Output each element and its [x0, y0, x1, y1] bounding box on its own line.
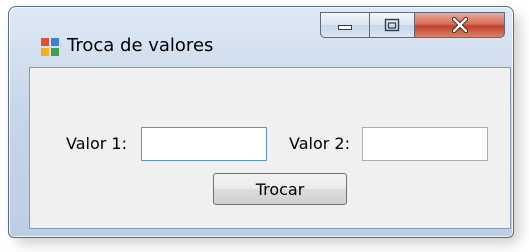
window-title: Troca de valores	[67, 35, 214, 56]
title-bar[interactable]: Troca de valores	[9, 7, 513, 57]
minimize-icon	[338, 25, 352, 30]
valor1-input[interactable]	[141, 127, 267, 161]
caption-buttons	[320, 12, 505, 38]
valor2-label: Valor 2:	[289, 134, 350, 153]
trocar-button[interactable]: Trocar	[213, 173, 347, 205]
close-button[interactable]	[415, 12, 505, 38]
valor1-label: Valor 1:	[66, 134, 127, 153]
windows-form-icon	[41, 38, 59, 56]
maximize-icon	[384, 18, 400, 32]
minimize-button[interactable]	[320, 12, 370, 38]
app-window: Troca de valores Valor 1: Valor 2: Troca…	[8, 6, 514, 238]
close-icon	[451, 17, 468, 33]
maximize-button[interactable]	[370, 12, 415, 38]
valor2-input[interactable]	[362, 127, 488, 161]
form-client-area: Valor 1: Valor 2: Trocar	[29, 67, 511, 229]
